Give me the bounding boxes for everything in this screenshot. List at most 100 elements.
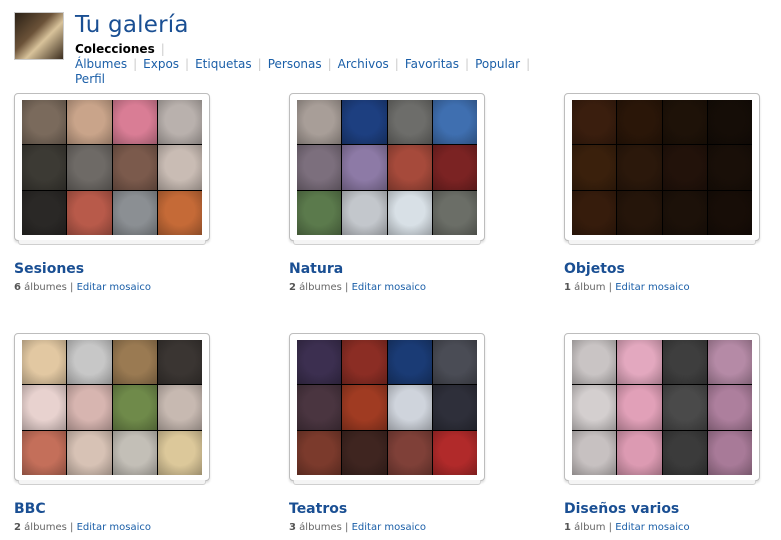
collection-mosaic[interactable] (572, 340, 752, 475)
edit-mosaic-link[interactable]: Editar mosaico (615, 282, 689, 293)
nav-separator: | (465, 57, 470, 71)
photo-thumbnail (157, 340, 202, 385)
collection-title[interactable]: BBC (14, 501, 46, 517)
nav-expos[interactable]: Expos (143, 57, 179, 71)
edit-mosaic-link[interactable]: Editar mosaico (77, 522, 151, 533)
photo-thumbnail (22, 385, 67, 430)
collection-mosaic[interactable] (297, 340, 477, 475)
photo-thumbnail (432, 385, 477, 430)
nav-albumes[interactable]: Álbumes (75, 57, 127, 71)
collection-mosaic[interactable] (22, 340, 202, 475)
photo-thumbnail (387, 340, 432, 385)
album-count: 1 (564, 522, 571, 533)
photo-thumbnail (707, 190, 752, 235)
collection-mosaic-frame[interactable] (564, 93, 760, 245)
photo-thumbnail (297, 145, 342, 190)
collection-title[interactable]: Objetos (564, 261, 625, 277)
collection-mosaic-frame[interactable] (14, 93, 210, 245)
photo-thumbnail (432, 430, 477, 475)
nav-etiquetas[interactable]: Etiquetas (195, 57, 252, 71)
photo-thumbnail (617, 100, 662, 145)
photo-thumbnail (617, 430, 662, 475)
photo-thumbnail (707, 430, 752, 475)
collection-title[interactable]: Natura (289, 261, 343, 277)
photo-thumbnail (662, 385, 707, 430)
photo-thumbnail (387, 190, 432, 235)
edit-mosaic-link[interactable]: Editar mosaico (77, 282, 151, 293)
photo-thumbnail (342, 430, 387, 475)
photo-thumbnail (572, 190, 617, 235)
photo-thumbnail (432, 190, 477, 235)
photo-thumbnail (572, 430, 617, 475)
photo-thumbnail (112, 145, 157, 190)
nav-favoritas[interactable]: Favoritas (405, 57, 459, 71)
collection-mosaic-frame[interactable] (289, 93, 485, 245)
album-unit: álbumes (24, 282, 67, 293)
photo-thumbnail (707, 100, 752, 145)
photo-thumbnail (387, 385, 432, 430)
nav-separator: | (394, 57, 399, 71)
photo-thumbnail (67, 190, 112, 235)
collection-mosaic-frame[interactable] (14, 333, 210, 485)
collection-title[interactable]: Teatros (289, 501, 347, 517)
photo-thumbnail (22, 145, 67, 190)
nav-colecciones[interactable]: Colecciones (75, 42, 155, 56)
user-avatar[interactable] (14, 12, 64, 60)
photo-thumbnail (707, 145, 752, 190)
album-count: 1 (564, 282, 571, 293)
photo-thumbnail (342, 385, 387, 430)
album-count: 3 (289, 522, 296, 533)
photo-thumbnail (432, 340, 477, 385)
edit-mosaic-link[interactable]: Editar mosaico (615, 522, 689, 533)
photo-thumbnail (67, 100, 112, 145)
photo-thumbnail (387, 430, 432, 475)
nav-personas[interactable]: Personas (268, 57, 322, 71)
photo-thumbnail (297, 100, 342, 145)
nav-separator: | (257, 57, 262, 71)
collection-title[interactable]: Sesiones (14, 261, 84, 277)
photo-thumbnail (432, 100, 477, 145)
photo-thumbnail (112, 190, 157, 235)
photo-thumbnail (157, 190, 202, 235)
photo-thumbnail (297, 340, 342, 385)
nav-archivos[interactable]: Archivos (338, 57, 389, 71)
edit-mosaic-link[interactable]: Editar mosaico (352, 522, 426, 533)
nav-separator: | (185, 57, 190, 71)
photo-thumbnail (387, 145, 432, 190)
photo-thumbnail (572, 145, 617, 190)
album-count: 6 (14, 282, 21, 293)
photo-thumbnail (157, 100, 202, 145)
collection-mosaic[interactable] (297, 100, 477, 235)
collection-mosaic[interactable] (22, 100, 202, 235)
photo-thumbnail (617, 385, 662, 430)
nav-separator: | (133, 57, 138, 71)
photo-thumbnail (22, 340, 67, 385)
collection-meta: 3 álbumes | Editar mosaico (289, 522, 426, 533)
photo-thumbnail (387, 100, 432, 145)
collection-meta: 6 álbumes | Editar mosaico (14, 282, 151, 293)
photo-thumbnail (22, 430, 67, 475)
photo-thumbnail (297, 385, 342, 430)
album-unit: álbumes (299, 522, 342, 533)
collection-mosaic-frame[interactable] (289, 333, 485, 485)
photo-thumbnail (157, 430, 202, 475)
nav-separator: | (526, 57, 531, 71)
edit-mosaic-link[interactable]: Editar mosaico (352, 282, 426, 293)
photo-thumbnail (662, 100, 707, 145)
photo-thumbnail (707, 385, 752, 430)
album-count: 2 (14, 522, 21, 533)
collection-title[interactable]: Diseños varios (564, 501, 679, 517)
nav-popular[interactable]: Popular (475, 57, 520, 71)
page-title: Tu galería (75, 12, 189, 38)
album-unit: álbum (574, 282, 606, 293)
photo-thumbnail (432, 145, 477, 190)
photo-thumbnail (662, 145, 707, 190)
photo-thumbnail (67, 385, 112, 430)
photo-thumbnail (617, 145, 662, 190)
collection-mosaic[interactable] (572, 100, 752, 235)
photo-thumbnail (297, 430, 342, 475)
collection-mosaic-frame[interactable] (564, 333, 760, 485)
photo-thumbnail (67, 340, 112, 385)
nav-perfil[interactable]: Perfil (75, 72, 105, 86)
photo-thumbnail (662, 430, 707, 475)
